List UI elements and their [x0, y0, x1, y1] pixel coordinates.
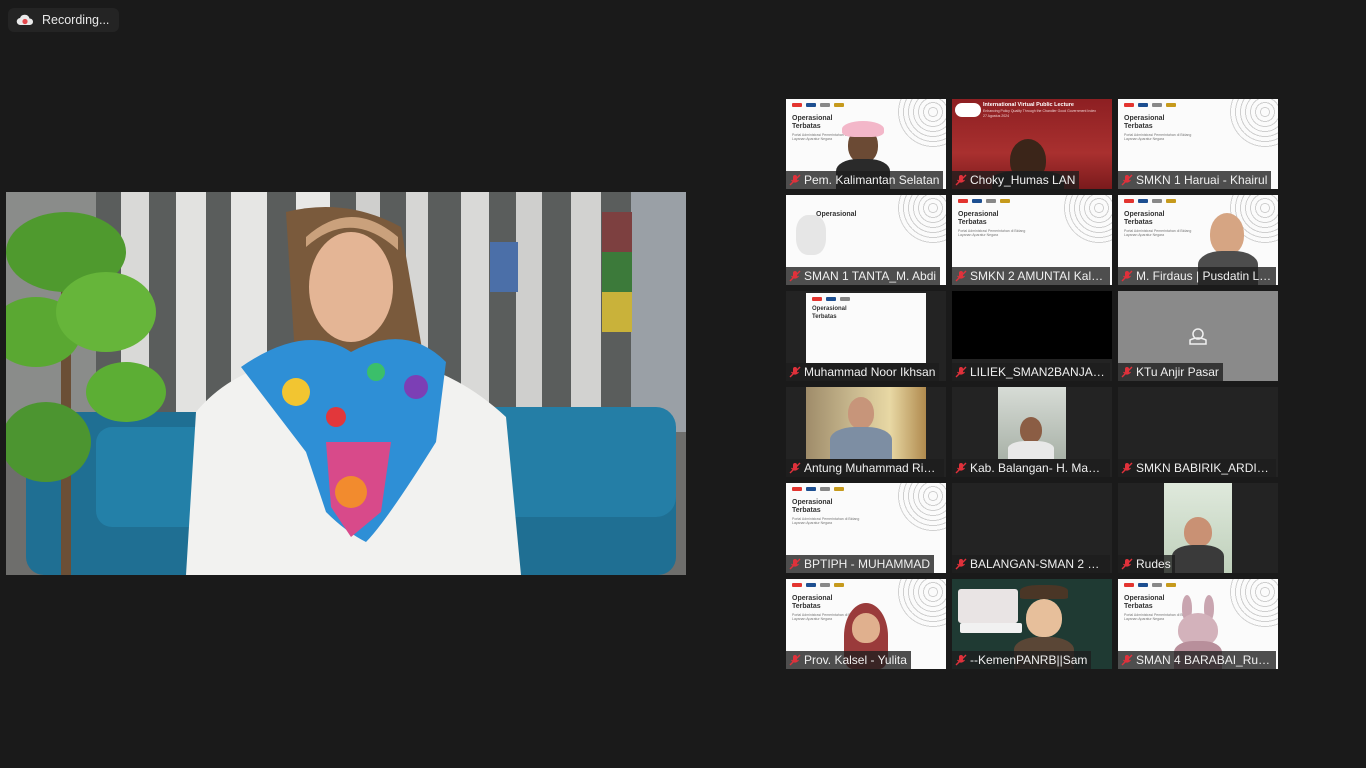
participant-name: Prov. Kalsel - Yulita — [804, 653, 907, 667]
avatar-placeholder-icon — [1189, 328, 1207, 345]
muted-mic-icon — [1118, 555, 1136, 573]
muted-mic-icon — [786, 171, 804, 189]
muted-mic-icon — [1118, 171, 1136, 189]
participant-tile[interactable]: Operasional Terbatas Portal Administrasi … — [952, 195, 1112, 285]
participant-tile[interactable]: Operasional Terbatas Portal Administrasi … — [786, 579, 946, 669]
participant-nameplate: Kab. Balangan- H. Mahmud — [952, 459, 1110, 477]
muted-mic-icon — [786, 363, 804, 381]
participant-nameplate: SMKN 1 Haruai - Khairul — [1118, 171, 1272, 189]
participant-name: KTu Anjir Pasar — [1136, 365, 1219, 379]
participant-tile[interactable]: Operasional Terbatas Portal Administrasi … — [1118, 99, 1278, 189]
speaker-video-frame — [6, 192, 686, 575]
muted-mic-icon — [1118, 651, 1136, 669]
participant-nameplate: Prov. Kalsel - Yulita — [786, 651, 911, 669]
muted-mic-icon — [786, 555, 804, 573]
participant-name: SMKN BABIRIK_ARDIANSYAH — [1136, 461, 1272, 475]
muted-mic-icon — [952, 555, 970, 573]
participant-nameplate: BALANGAN-SMAN 2 PARINGIN — [952, 555, 1110, 573]
participant-nameplate: SMAN 1 TANTA_M. Abdi — [786, 267, 941, 285]
participant-nameplate: Pem. Kalimantan Selatan — [786, 171, 944, 189]
participant-tile[interactable]: Kab. Balangan- H. Mahmud — [952, 387, 1112, 477]
muted-mic-icon — [952, 267, 970, 285]
muted-mic-icon — [786, 651, 804, 669]
participant-tile[interactable]: Operasional Terbatas Muhammad Noor Ikhsan — [786, 291, 946, 381]
muted-mic-icon — [786, 459, 804, 477]
participant-name: --KemenPANRB||Sam — [970, 653, 1088, 667]
participant-name: SMKN 2 AMUNTAI Kalsel — [970, 269, 1106, 283]
muted-mic-icon — [786, 267, 804, 285]
participant-name: Muhammad Noor Ikhsan — [804, 365, 936, 379]
participant-tile[interactable]: Operasional Terbatas Portal Administrasi … — [1118, 195, 1278, 285]
muted-mic-icon — [1118, 267, 1136, 285]
participant-tile[interactable]: Operasional Terbatas Portal Administrasi … — [786, 483, 946, 573]
participant-tile[interactable]: Antung Muhammad Ridha — [786, 387, 946, 477]
participant-name: SMAN 4 BARABAI_Rusdi — [1136, 653, 1272, 667]
participant-tile[interactable]: Rudes — [1118, 483, 1278, 573]
participant-nameplate: SMKN BABIRIK_ARDIANSYAH — [1118, 459, 1276, 477]
participant-name: LILIEK_SMAN2BANJARBARU — [970, 365, 1106, 379]
participant-tile[interactable]: KTu Anjir Pasar — [1118, 291, 1278, 381]
active-speaker-video[interactable] — [6, 192, 686, 575]
participant-tile[interactable]: SMKN BABIRIK_ARDIANSYAH — [1118, 387, 1278, 477]
participant-name: Rudes — [1136, 557, 1171, 571]
participant-tile[interactable]: International Virtual Public Lecture Enh… — [952, 99, 1112, 189]
participant-tile[interactable]: BALANGAN-SMAN 2 PARINGIN — [952, 483, 1112, 573]
muted-mic-icon — [952, 171, 970, 189]
participant-name: M. Firdaus | Pusdatin LAN — [1136, 269, 1272, 283]
participant-name: SMAN 1 TANTA_M. Abdi — [804, 269, 937, 283]
muted-mic-icon — [1118, 459, 1136, 477]
participant-nameplate: Rudes — [1118, 555, 1175, 573]
participant-nameplate: Choky_Humas LAN — [952, 171, 1080, 189]
participant-gallery: Operasional Terbatas Portal Administrasi … — [786, 99, 1278, 669]
recording-label: Recording... — [42, 13, 110, 27]
recording-indicator[interactable]: Recording... — [8, 8, 120, 32]
participant-nameplate: Antung Muhammad Ridha — [786, 459, 944, 477]
cloud-record-icon — [16, 14, 34, 26]
participant-name: BALANGAN-SMAN 2 PARINGIN — [970, 557, 1106, 571]
participant-nameplate: M. Firdaus | Pusdatin LAN — [1118, 267, 1276, 285]
participant-tile[interactable]: LILIEK_SMAN2BANJARBARU — [952, 291, 1112, 381]
participant-name: Choky_Humas LAN — [970, 173, 1076, 187]
participant-tile[interactable]: Operasional SMAN 1 TANTA_M. Abdi — [786, 195, 946, 285]
muted-mic-icon — [952, 459, 970, 477]
participant-nameplate: KTu Anjir Pasar — [1118, 363, 1223, 381]
participant-name: Kab. Balangan- H. Mahmud — [970, 461, 1106, 475]
participant-name: BPTIPH - MUHAMMAD — [804, 557, 930, 571]
participant-nameplate: SMKN 2 AMUNTAI Kalsel — [952, 267, 1110, 285]
participant-nameplate: LILIEK_SMAN2BANJARBARU — [952, 363, 1110, 381]
muted-mic-icon — [952, 363, 970, 381]
participant-name: Antung Muhammad Ridha — [804, 461, 940, 475]
participant-tile[interactable]: Operasional Terbatas Portal Administrasi … — [1118, 579, 1278, 669]
muted-mic-icon — [1118, 363, 1136, 381]
participant-nameplate: BPTIPH - MUHAMMAD — [786, 555, 934, 573]
muted-mic-icon — [952, 651, 970, 669]
participant-tile[interactable]: Operasional Terbatas Portal Administrasi … — [786, 99, 946, 189]
participant-nameplate: SMAN 4 BARABAI_Rusdi — [1118, 651, 1276, 669]
participant-name: SMKN 1 Haruai - Khairul — [1136, 173, 1268, 187]
participant-tile[interactable]: --KemenPANRB||Sam — [952, 579, 1112, 669]
participant-nameplate: --KemenPANRB||Sam — [952, 651, 1092, 669]
participant-name: Pem. Kalimantan Selatan — [804, 173, 940, 187]
participant-nameplate: Muhammad Noor Ikhsan — [786, 363, 940, 381]
